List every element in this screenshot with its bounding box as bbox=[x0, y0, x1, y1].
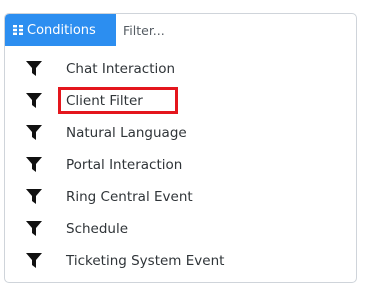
list-item-label: Schedule bbox=[66, 221, 129, 237]
list-item-label: Portal Interaction bbox=[66, 157, 183, 173]
conditions-button[interactable]: Conditions bbox=[5, 14, 116, 46]
list-item-client-filter[interactable]: Client Filter bbox=[5, 85, 356, 117]
conditions-list: Chat Interaction Client Filter Natural L… bbox=[5, 53, 356, 277]
list-item-label: Client Filter bbox=[66, 93, 143, 109]
list-item-label: Ticketing System Event bbox=[66, 253, 225, 269]
list-item-label: Chat Interaction bbox=[66, 61, 176, 77]
grid-icon bbox=[13, 25, 23, 35]
toolbar: Conditions bbox=[5, 14, 356, 46]
list-item-portal-interaction[interactable]: Portal Interaction bbox=[5, 149, 356, 181]
conditions-button-label: Conditions bbox=[27, 22, 96, 38]
list-item-chat-interaction[interactable]: Chat Interaction bbox=[5, 53, 356, 85]
funnel-icon bbox=[26, 125, 42, 140]
filter-input[interactable] bbox=[116, 14, 356, 46]
list-item-ring-central-event[interactable]: Ring Central Event bbox=[5, 181, 356, 213]
funnel-icon bbox=[26, 61, 42, 76]
conditions-panel: Conditions Chat Interaction Client Filte… bbox=[4, 13, 357, 283]
funnel-icon bbox=[26, 93, 42, 108]
list-item-schedule[interactable]: Schedule bbox=[5, 213, 356, 245]
list-item-label: Ring Central Event bbox=[66, 189, 193, 205]
funnel-icon bbox=[26, 221, 42, 236]
funnel-icon bbox=[26, 189, 42, 204]
funnel-icon bbox=[26, 157, 42, 172]
list-item-label: Natural Language bbox=[66, 125, 187, 141]
list-item-ticketing-system-event[interactable]: Ticketing System Event bbox=[5, 245, 356, 277]
list-item-natural-language[interactable]: Natural Language bbox=[5, 117, 356, 149]
